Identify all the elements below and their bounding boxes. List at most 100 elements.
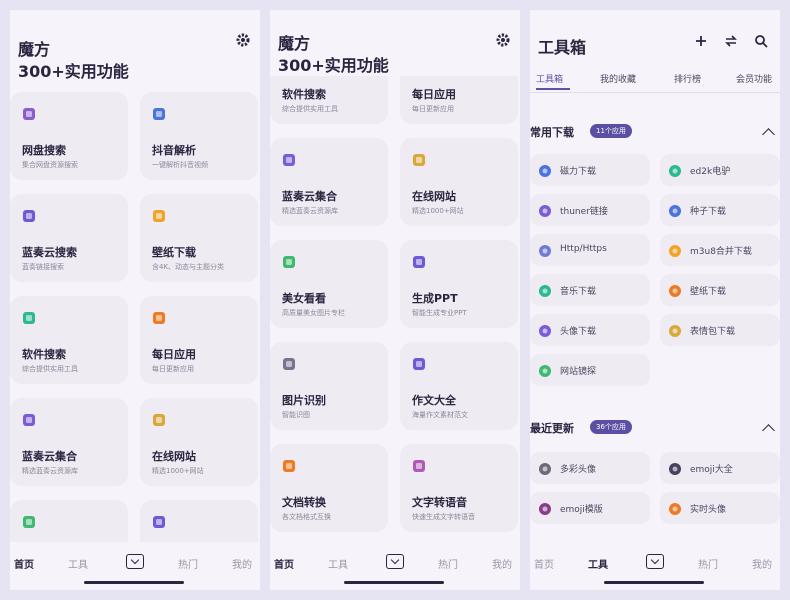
scan-icon (282, 356, 296, 370)
feature-card[interactable]: 生成PPT 智能生成专业PPT (400, 240, 518, 328)
nav-mine[interactable]: 我的 (232, 556, 252, 571)
nav-home[interactable]: 首页 (534, 556, 554, 571)
tab-toolbox[interactable]: 工具箱 (536, 72, 563, 85)
home-indicator (84, 581, 184, 584)
tool-item[interactable]: thuner链接 (530, 194, 650, 226)
nav-hot[interactable]: 热门 (698, 556, 718, 571)
magnet-icon (538, 163, 552, 177)
video-icon (668, 243, 682, 257)
feature-card[interactable]: 蓝奏云搜索 蓝奏链接搜索 (10, 194, 128, 282)
card-subtitle: 一键解析抖音视频 (152, 161, 208, 169)
tool-item[interactable]: 磁力下载 (530, 154, 650, 186)
card-subtitle: 智能生成专业PPT (412, 309, 467, 317)
tool-item[interactable]: 音乐下载 (530, 274, 650, 306)
screen-home-scrolled: 软件搜索 综合提供实用工具 每日应用 每日更新应用 蓝奏云集合 精选蓝奏云资源库 在线网站精… (270, 10, 520, 590)
nav-hot[interactable]: 热门 (438, 556, 458, 571)
tab-ranking[interactable]: 排行榜 (674, 72, 701, 85)
feature-card[interactable]: 图片识别 智能识图 (270, 342, 388, 430)
tool-label: emoji模版 (560, 505, 603, 515)
feature-card[interactable]: 抖音解析一键解析抖音视频 (140, 92, 258, 180)
card-subtitle: 精选蓝奏云资源库 (282, 207, 338, 215)
feature-card[interactable]: 美女看看 高质量美女图片专栏 (270, 240, 388, 328)
tool-item[interactable]: ed2k电驴 (660, 154, 780, 186)
tool-label: Http/Https (560, 244, 607, 254)
folder-icon (282, 152, 296, 166)
tool-item[interactable]: 网站镜探 (530, 354, 650, 386)
tool-label: 头像下载 (560, 327, 597, 337)
screen-home: 魔方 300+实用功能 网盘搜索 集合网盘资源搜索 抖音解析 一键解析抖音视频 蓝奏云搜… (10, 10, 260, 590)
tool-item[interactable]: 壁纸下载 (660, 274, 780, 306)
tool-item[interactable]: 多彩头像 (530, 452, 650, 484)
nav-mine[interactable]: 我的 (752, 556, 772, 571)
tool-item[interactable]: emoji模版 (530, 492, 650, 524)
bottom-nav: 首页 工具 热门 我的 (530, 542, 780, 590)
card-title: 软件搜索 (282, 88, 326, 101)
feature-card[interactable]: 每日应用 每日更新应用 (140, 296, 258, 384)
nav-tools[interactable]: 工具 (328, 556, 348, 571)
card-title: 在线网站 (412, 190, 456, 203)
card-subtitle: 含4K、动态与主题分类 (152, 263, 225, 271)
nav-hot[interactable]: 热门 (178, 556, 198, 571)
nav-tools[interactable]: 工具 (588, 556, 608, 571)
feature-card[interactable]: 在线网站 精选1000+网站 (140, 398, 258, 486)
card-title: 蓝奏云搜索 (22, 246, 77, 259)
page-title: 工具箱 (538, 38, 587, 57)
card-title: 软件搜索 (22, 348, 66, 361)
tool-item[interactable]: emoji大全 (660, 452, 780, 484)
card-title: 文档转换 (282, 496, 326, 509)
card-title: 蓝奏云集合 (22, 450, 77, 463)
swap-icon[interactable] (724, 34, 738, 48)
tool-item[interactable]: 头像下载 (530, 314, 650, 346)
feature-card[interactable]: 网盘搜索 集合网盘资源搜索 (10, 92, 128, 180)
feature-card[interactable]: 作文大全 海量作文素材范文 (400, 342, 518, 430)
globe-icon (538, 363, 552, 377)
tab-favorites[interactable]: 我的收藏 (600, 72, 636, 85)
feature-card[interactable]: 文档转换各文档格式互换 (270, 444, 388, 532)
card-title: 在线网站 (152, 450, 196, 463)
pie-icon (412, 254, 426, 268)
card-title: 图片识别 (282, 394, 326, 407)
feature-card[interactable]: 蓝奏云集合精选蓝奏云资源库 (270, 138, 388, 226)
chevron-up-icon[interactable] (762, 424, 775, 437)
tab-vip[interactable]: 会员功能 (736, 72, 772, 85)
tool-label: 种子下载 (690, 207, 727, 217)
nav-home[interactable]: 首页 (14, 556, 34, 571)
tool-item[interactable]: m3u8合并下载 (660, 234, 780, 266)
download-icon[interactable] (126, 554, 144, 569)
card-subtitle: 精选1000+网站 (412, 207, 464, 215)
gear-icon[interactable] (235, 32, 251, 48)
app-title: 魔方 (18, 40, 51, 59)
tool-item[interactable]: 表情包下载 (660, 314, 780, 346)
gear-icon[interactable] (495, 32, 511, 48)
card-subtitle: 综合提供实用工具 (282, 105, 338, 113)
section-title-downloads: 常用下载 (530, 126, 574, 139)
tool-label: 实时头像 (690, 505, 727, 515)
download-icon[interactable] (386, 554, 404, 569)
nav-mine[interactable]: 我的 (492, 556, 512, 571)
tool-item[interactable]: 种子下载 (660, 194, 780, 226)
home-indicator (604, 581, 704, 584)
card-title: 每日应用 (412, 88, 456, 101)
chevron-up-icon[interactable] (762, 128, 775, 141)
tool-item[interactable]: Http/Https (530, 234, 650, 266)
home-indicator (344, 581, 444, 584)
search-icon[interactable] (754, 34, 768, 48)
feature-card[interactable]: 壁纸下载 含4K、动态与主题分类 (140, 194, 258, 282)
tool-item[interactable]: 实时头像 (660, 492, 780, 524)
card-title: 抖音解析 (152, 144, 196, 157)
nav-home[interactable]: 首页 (274, 556, 294, 571)
avatar-icon (538, 323, 552, 337)
add-icon[interactable] (694, 34, 708, 48)
medal-icon (668, 163, 682, 177)
feature-card[interactable]: 软件搜索 综合提供实用工具 (10, 296, 128, 384)
tab-indicator (536, 88, 570, 90)
card-title: 生成PPT (412, 292, 458, 305)
download-icon[interactable] (646, 554, 664, 569)
card-subtitle: 各文档格式互换 (282, 513, 331, 521)
feature-card[interactable]: 文字转语音 快速生成文字转语音 (400, 444, 518, 532)
card-title: 蓝奏云集合 (282, 190, 337, 203)
feature-card[interactable]: 在线网站精选1000+网站 (400, 138, 518, 226)
nav-tools[interactable]: 工具 (68, 556, 88, 571)
document-icon (412, 356, 426, 370)
feature-card[interactable]: 蓝奏云集合 精选蓝奏云资源库 (10, 398, 128, 486)
